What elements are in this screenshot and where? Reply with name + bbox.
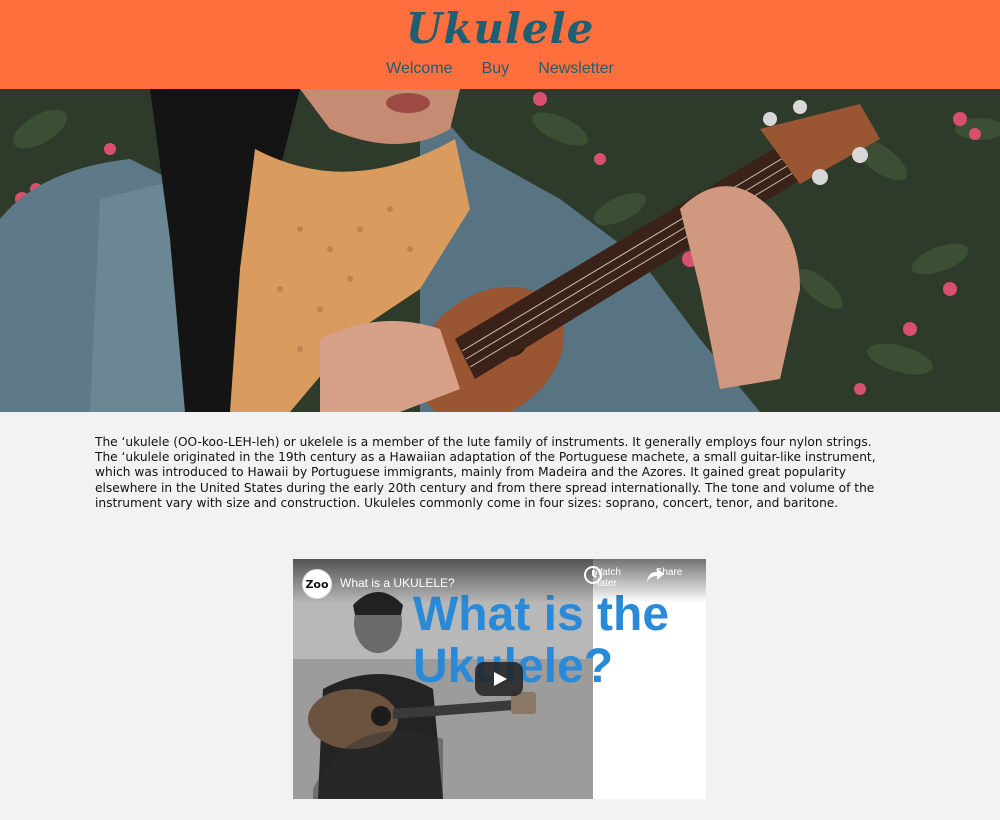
- intro-paragraph: The ʻukulele (OO-koo-LEH-leh) or ukelele…: [95, 435, 876, 510]
- main-nav: Welcome Buy Newsletter: [0, 58, 1000, 78]
- nav-newsletter[interactable]: Newsletter: [538, 60, 614, 78]
- share-arrow-icon: [647, 568, 664, 582]
- video-title[interactable]: What is a UKULELE?: [340, 576, 455, 590]
- nav-buy[interactable]: Buy: [482, 60, 510, 78]
- play-button[interactable]: [475, 662, 523, 696]
- site-header: Ukulele Welcome Buy Newsletter: [0, 0, 1000, 89]
- youtube-video-embed[interactable]: What is the Ukulele? Zoo What is a UKULE…: [293, 559, 706, 799]
- watch-later-button[interactable]: Watch later: [583, 565, 631, 589]
- site-logo[interactable]: Ukulele: [0, 4, 1000, 53]
- channel-logo[interactable]: Zoo: [302, 569, 332, 599]
- clock-icon: [584, 566, 602, 584]
- share-button[interactable]: Share: [645, 565, 693, 582]
- hero-image: [0, 89, 1000, 412]
- nav-welcome[interactable]: Welcome: [386, 60, 452, 78]
- hero-ukulele-player-illustration: [0, 89, 1000, 412]
- video-headline: What is the Ukulele?: [413, 588, 670, 693]
